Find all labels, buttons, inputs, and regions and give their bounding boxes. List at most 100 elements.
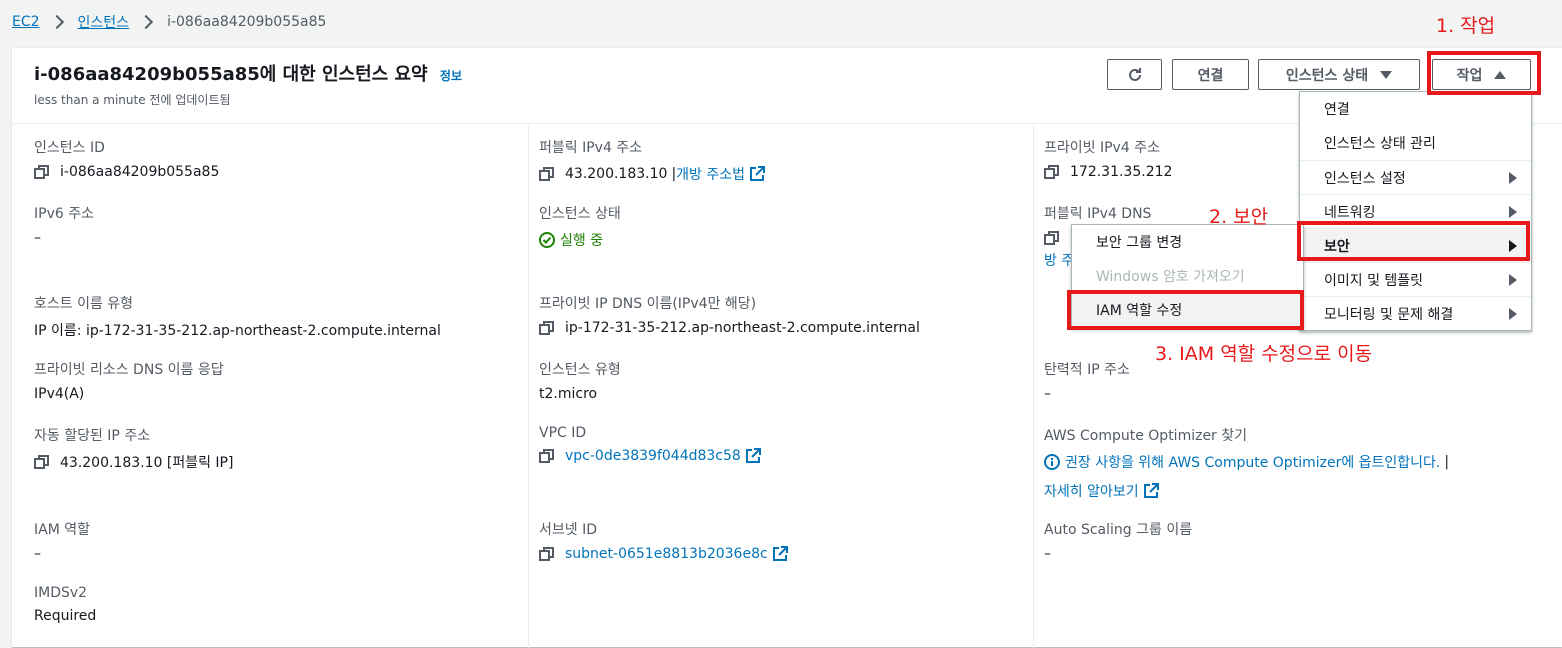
field-label: 인스턴스 상태 [539, 206, 621, 222]
check-circle-icon [539, 232, 555, 248]
compute-optimizer-opt-in-link[interactable]: 권장 사항을 위해 AWS Compute Optimizer에 옵트인합니다. [1065, 452, 1440, 472]
external-link-icon [750, 166, 766, 181]
caret-right-icon [1509, 307, 1517, 320]
field-label: 자동 할당된 IP 주소 [34, 428, 151, 444]
instance-state-field: 인스턴스 상태 실행 중 [539, 203, 1019, 250]
field-label: IPv6 주소 [34, 206, 94, 222]
field-value-row: i-086aa84209b055a85 [34, 164, 514, 180]
public-ipv4-field: 퍼블릭 IPv4 주소 43.200.183.10 | 개방 주소법 [539, 137, 1019, 184]
compute-optimizer-field: AWS Compute Optimizer 찾기 권장 사항을 위해 AWS C… [1044, 425, 1524, 501]
caret-right-icon [1509, 273, 1517, 286]
field-value-row: 권장 사항을 위해 AWS Compute Optimizer에 옵트인합니다.… [1044, 452, 1524, 472]
instance-type-field: 인스턴스 유형 t2.micro [539, 359, 1019, 402]
copy-icon[interactable] [539, 320, 555, 336]
connect-button[interactable]: 연결 [1172, 59, 1249, 90]
copy-icon[interactable] [1044, 164, 1060, 180]
learn-more-link[interactable]: 자세히 알아보기 [1044, 481, 1139, 501]
breadcrumb-instances-link[interactable]: 인스턴스 [78, 12, 130, 32]
field-label: 프라이빗 리소스 DNS 이름 응답 [34, 362, 224, 378]
field-value: ip-172-31-35-212.ap-northeast-2.compute.… [565, 320, 920, 336]
menu-item-label: 인스턴스 설정 [1324, 170, 1406, 187]
menu-item-manage-state[interactable]: 인스턴스 상태 관리 [1300, 126, 1531, 160]
field-label: AWS Compute Optimizer 찾기 [1044, 428, 1248, 444]
info-link[interactable]: 정보 [440, 69, 462, 83]
page-title-text: i-086aa84209b055a85에 대한 인스턴스 요약 [34, 64, 428, 85]
copy-icon[interactable] [1044, 230, 1060, 246]
hostname-type-field: 호스트 이름 유형 IP 이름: ip-172-31-35-212.ap-nor… [34, 293, 514, 340]
field-value: 43.200.183.10 [565, 166, 668, 182]
menu-item-networking[interactable]: 네트워킹 [1300, 194, 1531, 228]
details-column-1: 인스턴스 ID i-086aa84209b055a85 IPv6 주소 – 호스… [12, 125, 529, 648]
refresh-button[interactable] [1107, 59, 1162, 90]
separator: | [1444, 454, 1450, 470]
field-value-row: vpc-0de3839f044d83c58 [539, 448, 1019, 464]
menu-item-label: 모니터링 및 문제 해결 [1324, 306, 1454, 323]
caret-right-icon [1509, 239, 1517, 252]
refresh-icon [1128, 67, 1141, 81]
annotation-step-3: 3. IAM 역할 수정으로 이동 [1155, 343, 1373, 365]
menu-item-label: 보안 [1324, 238, 1350, 255]
field-value: IP 이름: ip-172-31-35-212.ap-northeast-2.c… [34, 323, 441, 339]
security-submenu: 보안 그룹 변경 Windows 암호 가져오기 IAM 역할 수정 [1071, 224, 1304, 328]
field-value: i-086aa84209b055a85 [60, 164, 220, 180]
copy-icon[interactable] [539, 546, 555, 562]
chevron-right-icon [138, 14, 154, 30]
field-value: IPv4(A) [34, 386, 85, 402]
breadcrumb-ec2-link[interactable]: EC2 [12, 14, 40, 30]
field-label: 인스턴스 ID [34, 140, 105, 156]
submenu-item-label: IAM 역할 수정 [1096, 303, 1183, 319]
field-value: 43.200.183.10 [퍼블릭 IP] [60, 455, 234, 471]
menu-item-label: 인스턴스 상태 관리 [1324, 136, 1436, 152]
copy-icon[interactable] [34, 454, 50, 470]
field-value: Required [34, 608, 97, 624]
iam-role-field: IAM 역할 – [34, 519, 514, 562]
caret-down-icon [1380, 70, 1393, 79]
actions-button[interactable]: 작업 [1432, 59, 1531, 90]
field-label: 프라이빗 IP DNS 이름(IPv4만 해당) [539, 296, 757, 312]
actions-button-label: 작업 [1456, 67, 1483, 84]
subnet-id-link[interactable]: subnet-0651e8813b2036e8c [565, 546, 768, 562]
field-label: IAM 역할 [34, 522, 90, 538]
vpc-id-link[interactable]: vpc-0de3839f044d83c58 [565, 448, 741, 464]
subnet-id-field: 서브넷 ID subnet-0651e8813b2036e8c [539, 519, 1019, 562]
field-value: – [1044, 546, 1051, 562]
breadcrumb: EC2 인스턴스 i-086aa84209b055a85 [12, 10, 326, 34]
instance-state-button[interactable]: 인스턴스 상태 [1258, 59, 1420, 90]
annotation-step-1: 1. 작업 [1436, 15, 1496, 37]
field-value: 172.31.35.212 [1070, 164, 1173, 180]
last-updated-text: less than a minute 전에 업데이트됨 [34, 93, 231, 107]
submenu-item-label: Windows 암호 가져오기 [1096, 269, 1245, 285]
field-label: Auto Scaling 그룹 이름 [1044, 522, 1193, 538]
copy-icon[interactable] [539, 448, 555, 464]
field-value-row: ip-172-31-35-212.ap-northeast-2.compute.… [539, 320, 1019, 336]
field-label: 호스트 이름 유형 [34, 296, 134, 312]
field-value-row: 43.200.183.10 [퍼블릭 IP] [34, 452, 514, 472]
details-column-2: 퍼블릭 IPv4 주소 43.200.183.10 | 개방 주소법 인스턴스 … [529, 125, 1034, 648]
submenu-modify-iam-role[interactable]: IAM 역할 수정 [1072, 293, 1303, 327]
open-address-link[interactable]: 개방 주소법 [676, 164, 745, 184]
menu-item-monitoring[interactable]: 모니터링 및 문제 해결 [1300, 296, 1531, 330]
copy-icon[interactable] [539, 166, 555, 182]
vpc-id-field: VPC ID vpc-0de3839f044d83c58 [539, 425, 1019, 464]
menu-item-images-templates[interactable]: 이미지 및 템플릿 [1300, 262, 1531, 296]
caret-right-icon [1509, 171, 1517, 184]
menu-item-connect[interactable]: 연결 [1300, 92, 1531, 126]
chevron-right-icon [49, 14, 64, 30]
breadcrumb-current: i-086aa84209b055a85 [167, 14, 327, 30]
menu-item-label: 네트워킹 [1324, 204, 1376, 221]
private-ip-dns-field: 프라이빗 IP DNS 이름(IPv4만 해당) ip-172-31-35-21… [539, 293, 1019, 336]
menu-item-label: 이미지 및 템플릿 [1324, 272, 1424, 289]
menu-item-security[interactable]: 보안 [1300, 228, 1531, 262]
field-value: t2.micro [539, 386, 598, 402]
menu-item-instance-settings[interactable]: 인스턴스 설정 [1300, 160, 1531, 194]
submenu-change-security-groups[interactable]: 보안 그룹 변경 [1072, 225, 1303, 259]
caret-up-icon [1494, 70, 1507, 79]
menu-item-label: 연결 [1324, 102, 1350, 118]
field-value-row: 실행 중 [539, 230, 1019, 250]
annotation-step-2: 2. 보안 [1209, 206, 1269, 228]
submenu-item-label: 보안 그룹 변경 [1096, 235, 1183, 251]
field-value: – [34, 546, 41, 562]
copy-icon[interactable] [34, 164, 50, 180]
external-link-icon [745, 448, 761, 463]
private-dns-response-field: 프라이빗 리소스 DNS 이름 응답 IPv4(A) [34, 359, 514, 402]
